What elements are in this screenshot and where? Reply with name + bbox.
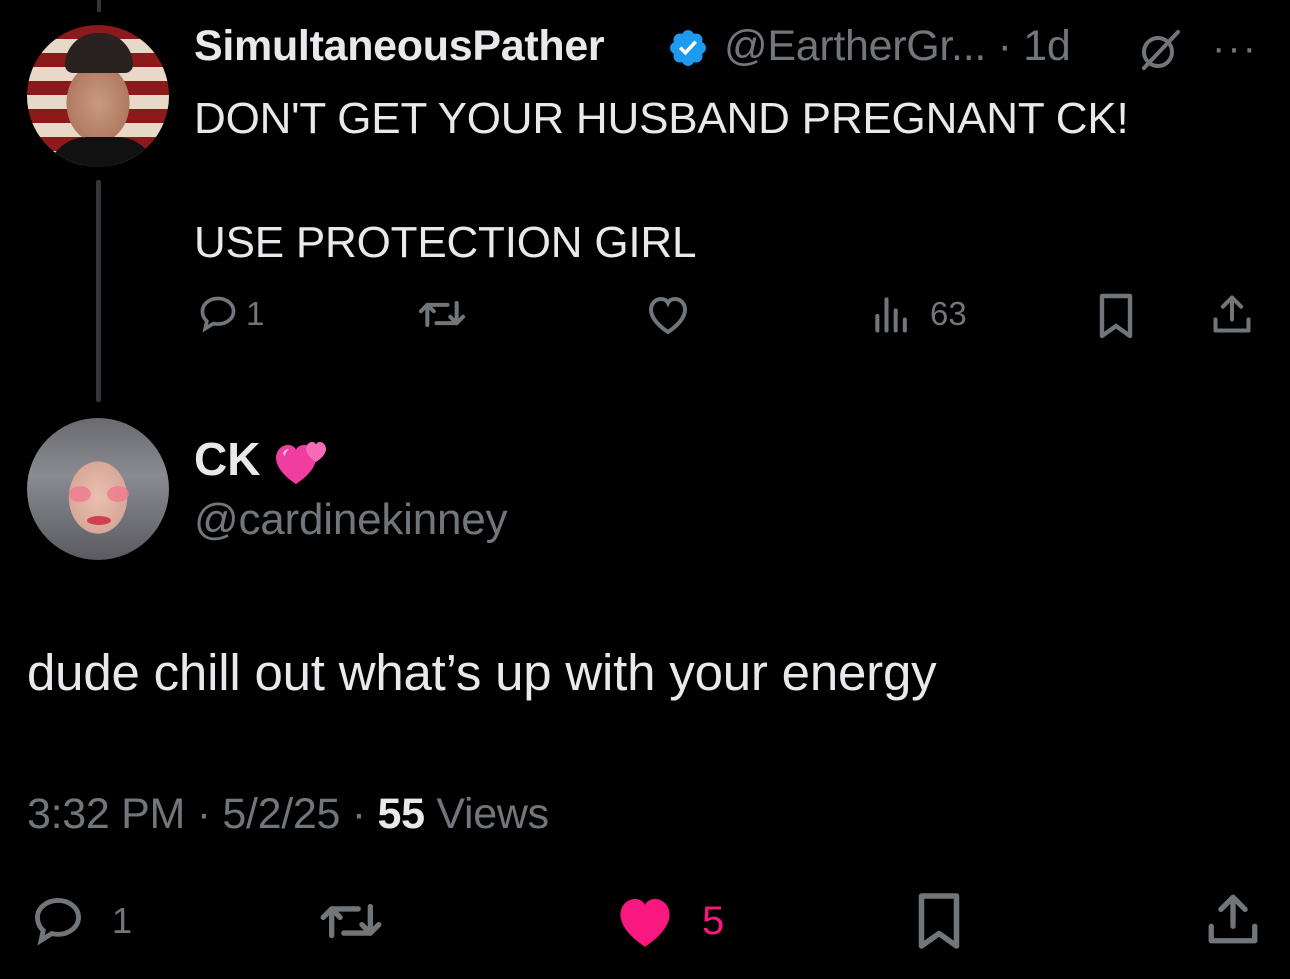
- reply-button-main[interactable]: 1: [28, 892, 132, 950]
- bookmark-icon: [918, 893, 960, 949]
- reply-icon: [200, 296, 236, 333]
- bookmark-button-main[interactable]: [914, 890, 964, 952]
- avatar-ck[interactable]: [27, 418, 169, 560]
- avatar-simultaneouspather[interactable]: [27, 25, 169, 167]
- author-handle-time[interactable]: @EartherGr... · 1d: [724, 22, 1071, 71]
- reply-count: 1: [246, 295, 265, 332]
- repost-button[interactable]: [416, 292, 468, 336]
- heart-icon: [648, 296, 688, 335]
- views-button[interactable]: 63: [870, 292, 967, 336]
- bookmark-button[interactable]: [1096, 292, 1136, 340]
- heart-filled-icon: [620, 899, 670, 947]
- more-options-icon[interactable]: ···: [1212, 26, 1258, 71]
- author-handle-main[interactable]: @cardinekinney: [194, 495, 508, 545]
- share-icon: [1213, 295, 1251, 333]
- two-hearts-emoji-icon: [276, 442, 326, 484]
- repost-button-main[interactable]: [316, 892, 386, 950]
- repost-icon: [418, 300, 466, 328]
- reply-icon: [35, 898, 81, 946]
- tweet-date[interactable]: 5/2/25: [222, 790, 340, 838]
- reply-count-main: 1: [112, 900, 133, 941]
- author-name-main[interactable]: CK: [194, 432, 260, 486]
- verified-badge-icon: [670, 30, 706, 66]
- thread-line-top: [97, 0, 101, 12]
- share-button-main[interactable]: [1204, 890, 1262, 948]
- main-tweet-text: dude chill out what’s up with your energ…: [27, 644, 937, 701]
- share-icon: [1208, 894, 1258, 944]
- tweet-meta: 3:32 PM · 5/2/25 · 55 Views: [27, 790, 549, 838]
- author-name[interactable]: SimultaneousPather: [194, 22, 605, 71]
- like-button[interactable]: [644, 292, 692, 336]
- views-label[interactable]: Views: [436, 790, 549, 838]
- like-button-main[interactable]: 5: [614, 892, 724, 950]
- share-button[interactable]: [1210, 292, 1254, 336]
- views-icon: [875, 297, 907, 333]
- bookmark-icon: [1099, 293, 1133, 339]
- thread-line: [96, 180, 101, 402]
- reply-button[interactable]: 1: [196, 292, 264, 336]
- grok-icon[interactable]: [1136, 26, 1184, 74]
- tweet-time[interactable]: 3:32 PM: [27, 790, 185, 838]
- repost-icon: [320, 903, 382, 939]
- like-count-main: 5: [702, 898, 725, 943]
- views-count: 63: [930, 295, 967, 332]
- tweet-text: DON'T GET YOUR HUSBAND PREGNANT CK! USE …: [194, 94, 1129, 267]
- views-count-main: 55: [377, 790, 425, 838]
